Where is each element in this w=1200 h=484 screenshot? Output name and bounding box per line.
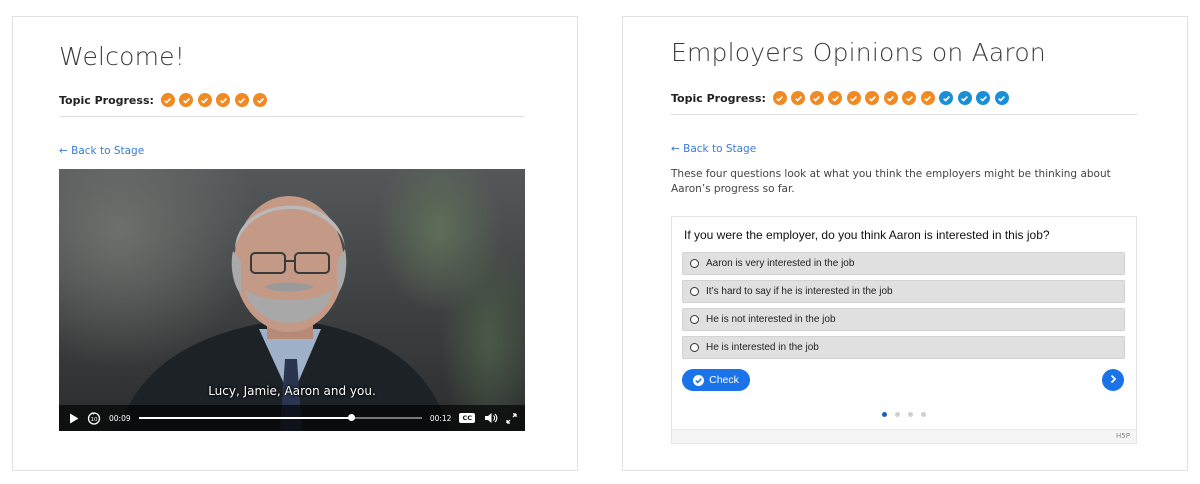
checkmark-circle-icon bbox=[772, 91, 787, 105]
seek-bar-handle[interactable] bbox=[348, 414, 356, 421]
checkmark-circle-icon bbox=[234, 93, 249, 107]
welcome-card: Welcome! Topic Progress: ← Back to Stage bbox=[12, 16, 578, 471]
fullscreen-icon[interactable] bbox=[506, 412, 517, 424]
seek-bar[interactable] bbox=[138, 414, 422, 421]
rewind-10-icon[interactable]: 10 bbox=[87, 411, 101, 425]
back-to-stage-link[interactable]: ← Back to Stage bbox=[671, 143, 756, 155]
topic-progress-label: Topic Progress: bbox=[671, 91, 766, 105]
checkmark-circle-icon bbox=[828, 91, 843, 105]
question-set: If you were the employer, do you think A… bbox=[671, 216, 1137, 444]
pagination-dots bbox=[672, 412, 1136, 417]
checkmark-circle-icon bbox=[197, 93, 212, 107]
checkmark-circle-icon bbox=[994, 91, 1009, 105]
topic-progress-icons bbox=[772, 91, 1014, 105]
quiz-footer: H5P bbox=[672, 429, 1136, 443]
topic-progress: Topic Progress: bbox=[59, 93, 272, 107]
next-question-button[interactable] bbox=[1102, 369, 1124, 391]
topic-progress: Topic Progress: bbox=[671, 91, 1013, 105]
page-title: Welcome! bbox=[59, 42, 185, 71]
checkmark-circle-icon bbox=[809, 91, 824, 105]
answer-option[interactable]: Aaron is very interested in the job bbox=[682, 252, 1125, 275]
back-to-stage-link[interactable]: ← Back to Stage bbox=[59, 145, 144, 157]
checkmark-circle-icon bbox=[179, 93, 194, 107]
svg-text:10: 10 bbox=[91, 417, 98, 423]
checkmark-circle-icon bbox=[957, 91, 972, 105]
question-text: If you were the employer, do you think A… bbox=[684, 228, 1050, 242]
answer-option-label: He is not interested in the job bbox=[706, 314, 836, 325]
pagination-dot[interactable] bbox=[921, 412, 926, 417]
divider bbox=[671, 114, 1137, 115]
radio-button[interactable] bbox=[690, 343, 699, 352]
checkmark-circle-icon bbox=[865, 91, 880, 105]
video-player[interactable]: Lucy, Jamie, Aaron and you. 10 00:09 00:… bbox=[59, 169, 525, 431]
check-button[interactable]: Check bbox=[682, 369, 750, 391]
topic-progress-label: Topic Progress: bbox=[59, 93, 154, 107]
current-time: 00:09 bbox=[109, 413, 131, 423]
checkmark-circle-icon bbox=[160, 93, 175, 107]
checkmark-circle-icon bbox=[216, 93, 231, 107]
checkmark-circle-icon bbox=[846, 91, 861, 105]
checkmark-circle-icon bbox=[920, 91, 935, 105]
radio-button[interactable] bbox=[690, 315, 699, 324]
quiz-card: Employers Opinions on Aaron Topic Progre… bbox=[622, 16, 1188, 471]
check-button-label: Check bbox=[709, 374, 739, 386]
divider bbox=[59, 116, 525, 117]
checkmark-circle-icon bbox=[976, 91, 991, 105]
topic-progress-icons bbox=[160, 93, 272, 107]
volume-icon[interactable] bbox=[484, 412, 498, 424]
checkmark-circle-icon bbox=[902, 91, 917, 105]
answer-option[interactable]: He is not interested in the job bbox=[682, 308, 1125, 331]
video-controls: 10 00:09 00:12 CC bbox=[59, 405, 525, 431]
pagination-dot[interactable] bbox=[895, 412, 900, 417]
radio-button[interactable] bbox=[690, 259, 699, 268]
video-caption: Lucy, Jamie, Aaron and you. bbox=[208, 384, 376, 398]
pagination-dot[interactable] bbox=[908, 412, 913, 417]
answer-option-label: He is interested in the job bbox=[706, 342, 819, 353]
intro-text: These four questions look at what you th… bbox=[671, 168, 1111, 195]
answer-option-label: It’s hard to say if he is interested in … bbox=[706, 286, 893, 297]
seek-bar-fill bbox=[138, 417, 352, 419]
h5p-logo: H5P bbox=[1116, 432, 1130, 440]
answer-option-label: Aaron is very interested in the job bbox=[706, 258, 855, 269]
answer-option[interactable]: It’s hard to say if he is interested in … bbox=[682, 280, 1125, 303]
checkmark-circle-icon bbox=[939, 91, 954, 105]
checkmark-circle-icon bbox=[253, 93, 268, 107]
checkmark-circle-icon bbox=[791, 91, 806, 105]
closed-captions-button[interactable]: CC bbox=[459, 413, 475, 423]
play-icon[interactable] bbox=[67, 411, 81, 425]
pagination-dot[interactable] bbox=[882, 412, 887, 417]
page-title: Employers Opinions on Aaron bbox=[671, 38, 1046, 67]
check-circle-icon bbox=[693, 374, 705, 386]
checkmark-circle-icon bbox=[883, 91, 898, 105]
radio-button[interactable] bbox=[690, 287, 699, 296]
answer-option[interactable]: He is interested in the job bbox=[682, 336, 1125, 359]
duration: 00:12 bbox=[429, 413, 452, 423]
chevron-right-icon bbox=[1108, 371, 1118, 389]
